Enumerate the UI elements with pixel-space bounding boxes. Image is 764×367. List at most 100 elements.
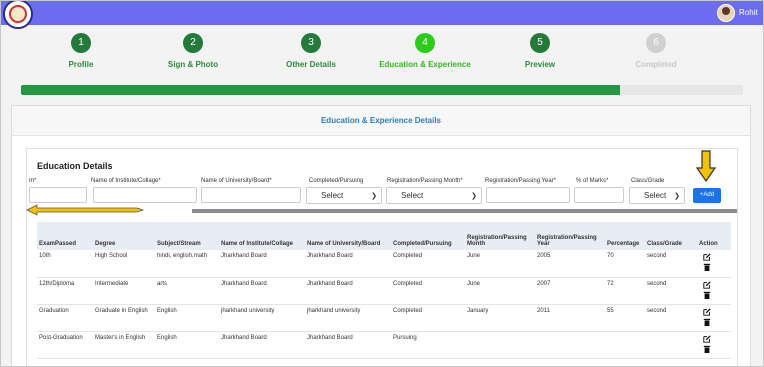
trash-icon[interactable]: [703, 263, 711, 271]
step-label: Completed: [635, 60, 677, 69]
marks-input[interactable]: [574, 187, 624, 203]
cell-institute: jharkhand university: [219, 304, 305, 332]
marks-label: % of Marks*: [576, 178, 609, 184]
cell-university: Jharkhand Board: [305, 250, 391, 278]
cell-subject: English: [155, 331, 219, 359]
cell-grade: second: [645, 277, 697, 305]
chevron-down-icon: ❯: [674, 193, 680, 200]
cell-status: Completed: [391, 250, 465, 278]
cell-university: jharkhand university: [305, 304, 391, 332]
cell-degree: Intermediate: [93, 277, 155, 305]
cell-year: 2011: [535, 304, 605, 332]
table-row: Graduation Graduate in English English j…: [37, 304, 731, 332]
cell-year: 2005: [535, 250, 605, 278]
col-institute: Name of Institute/Collage: [221, 241, 294, 247]
status-select[interactable]: Select ❯: [306, 187, 382, 204]
cell-status: Completed: [391, 277, 465, 305]
step-number: 5: [530, 33, 550, 53]
cell-subject: English: [155, 304, 219, 332]
col-action: Action: [699, 241, 718, 247]
step-number: 6: [646, 33, 666, 53]
cell-grade: second: [645, 250, 697, 278]
step-label: Education & Experience: [379, 60, 471, 69]
institute-input[interactable]: [93, 187, 197, 203]
app-frame: Rohit 1 Profile 2 Sign & Photo 3 Other D…: [0, 0, 764, 367]
step-number: 1: [71, 33, 91, 53]
col-subject: Subject/Stream: [157, 241, 201, 247]
step-number: 2: [183, 33, 203, 53]
cell-year: [535, 331, 605, 359]
status-select-value: Select: [321, 191, 344, 200]
cell-degree: Graduate in English: [93, 304, 155, 332]
education-table-wrap: ExamPassed Degree Subject/Stream Name of…: [37, 222, 731, 359]
col-exam: ExamPassed: [39, 241, 77, 247]
cell-subject: hindi, english,math: [155, 250, 219, 278]
chevron-down-icon: ❯: [371, 193, 377, 200]
step-sign-photo[interactable]: 2 Sign & Photo: [133, 33, 253, 69]
user-avatar[interactable]: [717, 4, 735, 22]
grade-select-value: Select: [644, 191, 667, 200]
year-input[interactable]: [486, 187, 570, 203]
cell-month: [465, 331, 535, 359]
col-degree: Degree: [95, 241, 116, 247]
step-label: Profile: [68, 60, 94, 69]
table-row: Post-Graduation Master's in English Engl…: [37, 331, 731, 359]
education-details-section: Education Details m* Name of Institute/C…: [26, 148, 738, 366]
col-university: Name of University/Board: [307, 241, 381, 247]
step-other-details[interactable]: 3 Other Details: [251, 33, 371, 69]
progress-fill: [21, 85, 621, 95]
month-select[interactable]: Select ❯: [386, 187, 482, 204]
cell-university: Jharkhand Board: [305, 277, 391, 305]
cell-exam: Post-Graduation: [37, 331, 93, 359]
cell-institute: Jharkhand Board: [219, 331, 305, 359]
cell-exam: 12th/Diploma: [37, 277, 93, 305]
cell-year: 2007: [535, 277, 605, 305]
step-profile[interactable]: 1 Profile: [21, 33, 141, 69]
progress-bar: [21, 85, 743, 95]
university-label: Name of University/Board*: [201, 178, 272, 184]
cell-percentage: 55: [605, 304, 645, 332]
cell-status: Pursuing: [391, 331, 465, 359]
step-number: 3: [301, 33, 321, 53]
year-label: Registration/Passing Year*: [485, 178, 557, 184]
edit-icon[interactable]: [703, 307, 711, 316]
col-status: Completed/Pursuing: [393, 241, 452, 247]
step-label: Other Details: [286, 60, 336, 69]
progress-stepper: 1 Profile 2 Sign & Photo 3 Other Details…: [21, 33, 743, 75]
education-experience-card: Education & Experience Details Education…: [11, 105, 751, 366]
logo-emblem[interactable]: [3, 1, 33, 29]
cell-grade: second: [645, 304, 697, 332]
exam-label: m*: [29, 178, 37, 184]
institute-label: Name of Institute/Collage*: [91, 178, 161, 184]
university-input[interactable]: [201, 187, 301, 203]
cell-institute: Jharkhand Board: [219, 250, 305, 278]
cell-status: Completed: [391, 304, 465, 332]
edit-icon[interactable]: [703, 253, 711, 261]
cell-month: June: [465, 250, 535, 278]
chevron-down-icon: ❯: [471, 193, 477, 200]
annotation-right-arrow: [26, 204, 145, 216]
cell-institute: Jharkhand Board: [219, 277, 305, 305]
add-button[interactable]: +Add: [693, 188, 721, 203]
cell-percentage: 72: [605, 277, 645, 305]
cell-exam: Graduation: [37, 304, 93, 332]
cell-subject: arts: [155, 277, 219, 305]
col-grade: Class/Grade: [647, 241, 683, 247]
edit-icon[interactable]: [703, 280, 711, 289]
trash-icon[interactable]: [703, 291, 711, 299]
step-completed[interactable]: 6 Completed: [596, 33, 716, 69]
step-preview[interactable]: 5 Preview: [480, 33, 600, 69]
section-title: Education Details: [37, 161, 113, 171]
step-label: Sign & Photo: [167, 60, 219, 69]
trash-icon[interactable]: [703, 345, 711, 353]
annotation-down-arrow: [696, 150, 716, 182]
exam-input[interactable]: [29, 187, 87, 203]
col-month: Registration/Passing Month: [467, 235, 527, 247]
username[interactable]: Rohit: [739, 8, 758, 17]
grade-select[interactable]: Select ❯: [629, 187, 685, 204]
cell-month: June: [465, 277, 535, 305]
edit-icon[interactable]: [703, 334, 711, 343]
trash-icon[interactable]: [703, 318, 711, 326]
month-select-value: Select: [401, 191, 424, 200]
step-education-experience[interactable]: 4 Education & Experience: [365, 33, 485, 69]
